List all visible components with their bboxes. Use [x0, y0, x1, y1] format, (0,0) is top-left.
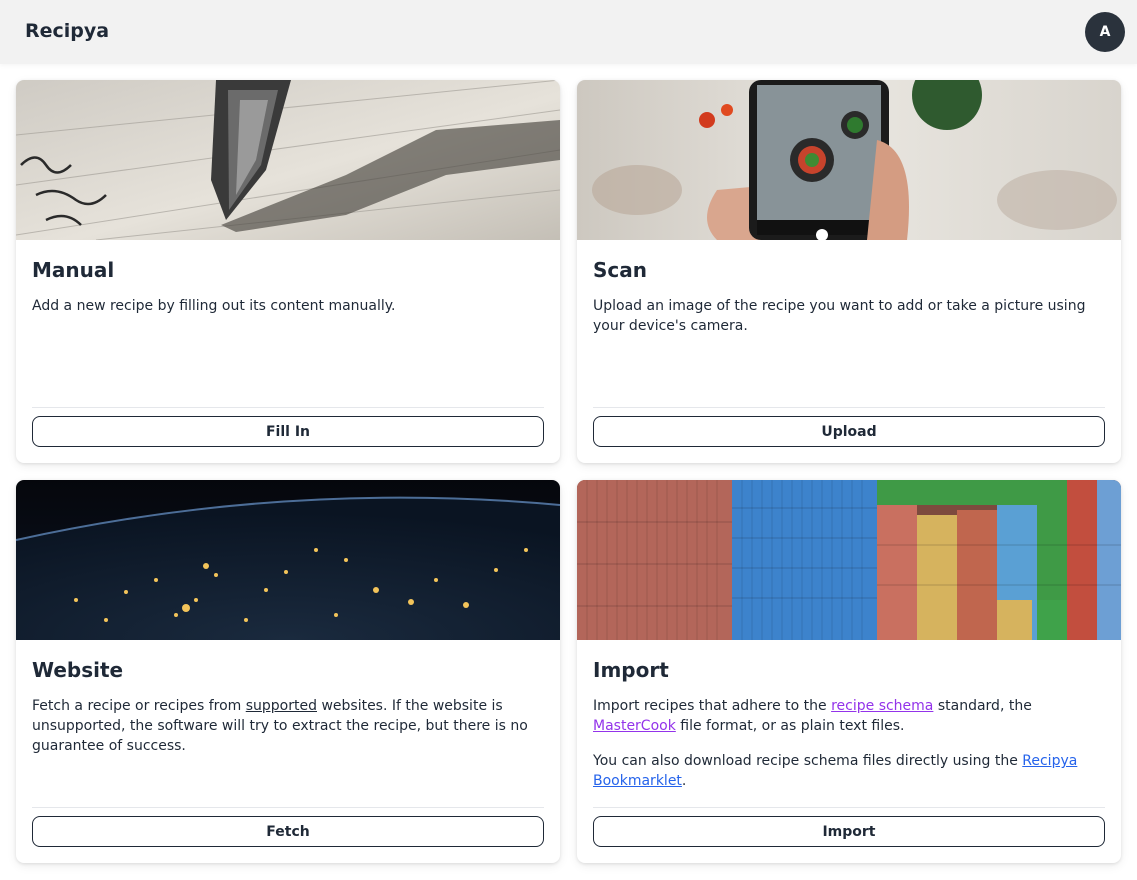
fill-in-button[interactable]: Fill In: [32, 416, 544, 447]
website-card-image: [16, 480, 560, 640]
website-description-text: Fetch a recipe or recipes from supported…: [32, 696, 532, 756]
import-p1-part2: standard, the: [933, 698, 1032, 714]
import-p2-part2: .: [681, 773, 687, 789]
import-card: Import Import recipes that adhere to the…: [577, 480, 1121, 863]
scan-description-text: Upload an image of the recipe you want t…: [593, 298, 1086, 334]
import-card-title: Import: [593, 658, 669, 682]
manual-card: Manual Add a new recipe by filling out i…: [16, 80, 560, 463]
scan-card-image: [577, 80, 1121, 240]
manual-card-description: Add a new recipe by filling out its cont…: [32, 296, 532, 331]
website-description-part1: Fetch a recipe or recipes from: [32, 698, 246, 714]
scan-card-title: Scan: [593, 258, 647, 282]
import-p2-part1: You can also download recipe schema file…: [593, 753, 1023, 769]
website-card-title: Website: [32, 658, 124, 682]
manual-card-image: [16, 80, 560, 240]
website-card-description: Fetch a recipe or recipes from supported…: [32, 696, 532, 771]
fetch-button[interactable]: Fetch: [32, 816, 544, 847]
app-logo-text[interactable]: Recipya: [25, 20, 109, 42]
import-card-description: Import recipes that adhere to the recipe…: [593, 696, 1093, 806]
scan-card: Scan Upload an image of the recipe you w…: [577, 80, 1121, 463]
manual-description-text: Add a new recipe by filling out its cont…: [32, 298, 396, 314]
scan-card-divider: [593, 407, 1105, 408]
manual-card-divider: [32, 407, 544, 408]
manual-card-title: Manual: [32, 258, 115, 282]
website-card-divider: [32, 807, 544, 808]
import-p1-part3: file format, or as plain text files.: [675, 718, 905, 734]
mastercook-link[interactable]: MasterCook: [593, 718, 676, 734]
recipe-schema-link[interactable]: recipe schema: [831, 698, 933, 714]
import-button[interactable]: Import: [593, 816, 1105, 847]
website-card: Website Fetch a recipe or recipes from s…: [16, 480, 560, 863]
user-avatar-button[interactable]: A: [1085, 12, 1125, 52]
scan-card-description: Upload an image of the recipe you want t…: [593, 296, 1093, 351]
import-card-divider: [593, 807, 1105, 808]
import-description-paragraph-1: Import recipes that adhere to the recipe…: [593, 696, 1093, 736]
supported-websites-link[interactable]: supported: [246, 698, 317, 714]
import-description-paragraph-2: You can also download recipe schema file…: [593, 751, 1093, 791]
upload-button[interactable]: Upload: [593, 416, 1105, 447]
import-p1-part1: Import recipes that adhere to the: [593, 698, 832, 714]
top-navbar: Recipya A: [0, 0, 1137, 64]
import-card-image: [577, 480, 1121, 640]
